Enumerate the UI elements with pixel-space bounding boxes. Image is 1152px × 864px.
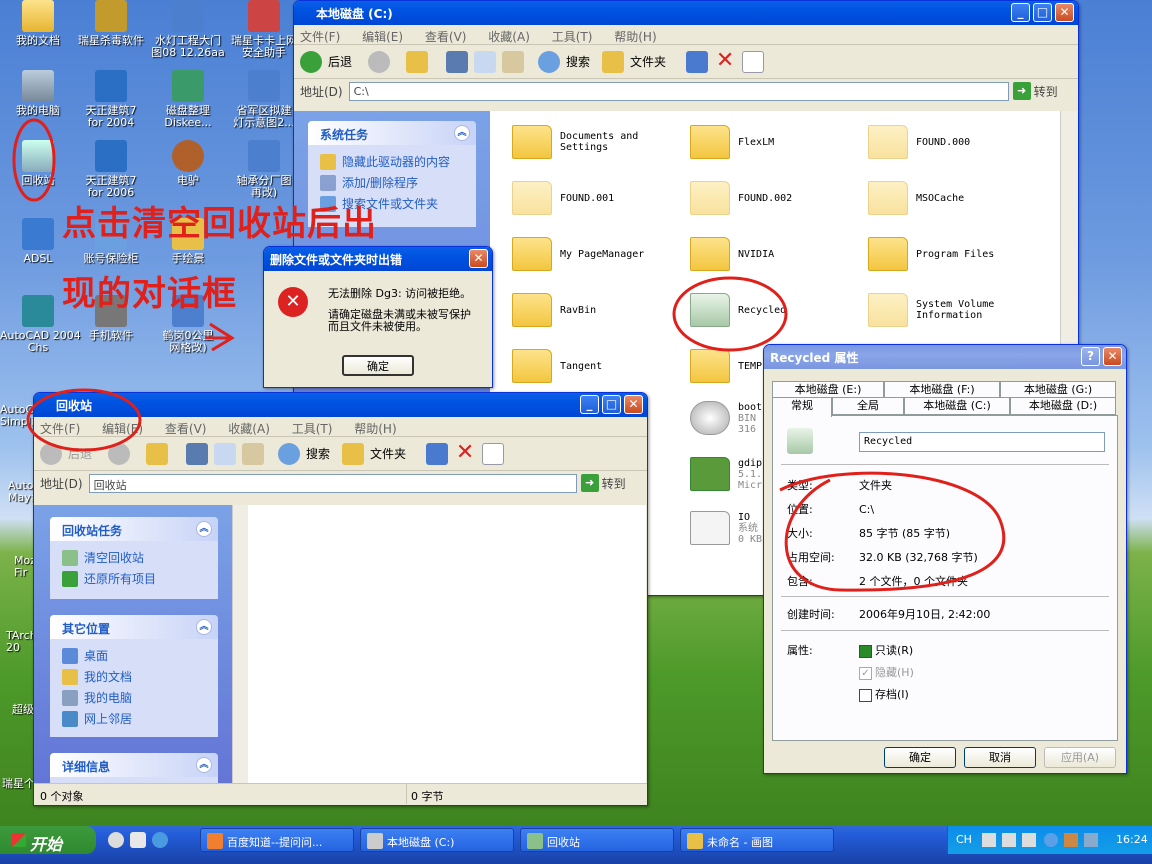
recycle-bin-icon xyxy=(527,833,543,849)
circle-recycle-window-title xyxy=(26,388,142,452)
chevron-left-icon[interactable] xyxy=(1044,833,1058,847)
taskbar-item-recycle-bin[interactable]: 回收站 xyxy=(520,828,674,852)
ie-icon[interactable] xyxy=(152,832,168,848)
taskbar-item-baidu[interactable]: 百度知道--提问问... xyxy=(200,828,354,852)
taskbar: 开始 百度知道--提问问... 本地磁盘 (C:) 回收站 未命名 - 画图 C… xyxy=(0,826,1152,864)
clock[interactable]: 16:24 xyxy=(1116,833,1148,846)
circle-properties-values xyxy=(779,471,1006,592)
system-tray: CH 16:24 xyxy=(947,826,1152,854)
circle-recycled-folder xyxy=(672,276,788,352)
tab-general[interactable]: 常规 xyxy=(772,397,832,417)
media-player-icon[interactable] xyxy=(108,832,124,848)
help-icon[interactable] xyxy=(1002,833,1016,847)
firefox-icon xyxy=(207,833,223,849)
desktop-icon[interactable] xyxy=(130,832,146,848)
taskbar-item-drive-c[interactable]: 本地磁盘 (C:) xyxy=(360,828,514,852)
drive-icon xyxy=(367,833,383,849)
arrow-annotation xyxy=(205,322,235,352)
keyboard-icon[interactable] xyxy=(982,833,996,847)
network-icon[interactable] xyxy=(1084,833,1098,847)
paint-icon xyxy=(687,833,703,849)
taskbar-item-paint[interactable]: 未命名 - 画图 xyxy=(680,828,834,852)
circle-recycle-bin-icon xyxy=(12,118,56,202)
volume-icon[interactable] xyxy=(1022,833,1036,847)
tray-app-icon[interactable] xyxy=(1064,833,1078,847)
ime-indicator[interactable]: CH xyxy=(956,833,972,846)
windows-logo-icon xyxy=(12,833,26,847)
annotation-circles xyxy=(12,118,1006,592)
